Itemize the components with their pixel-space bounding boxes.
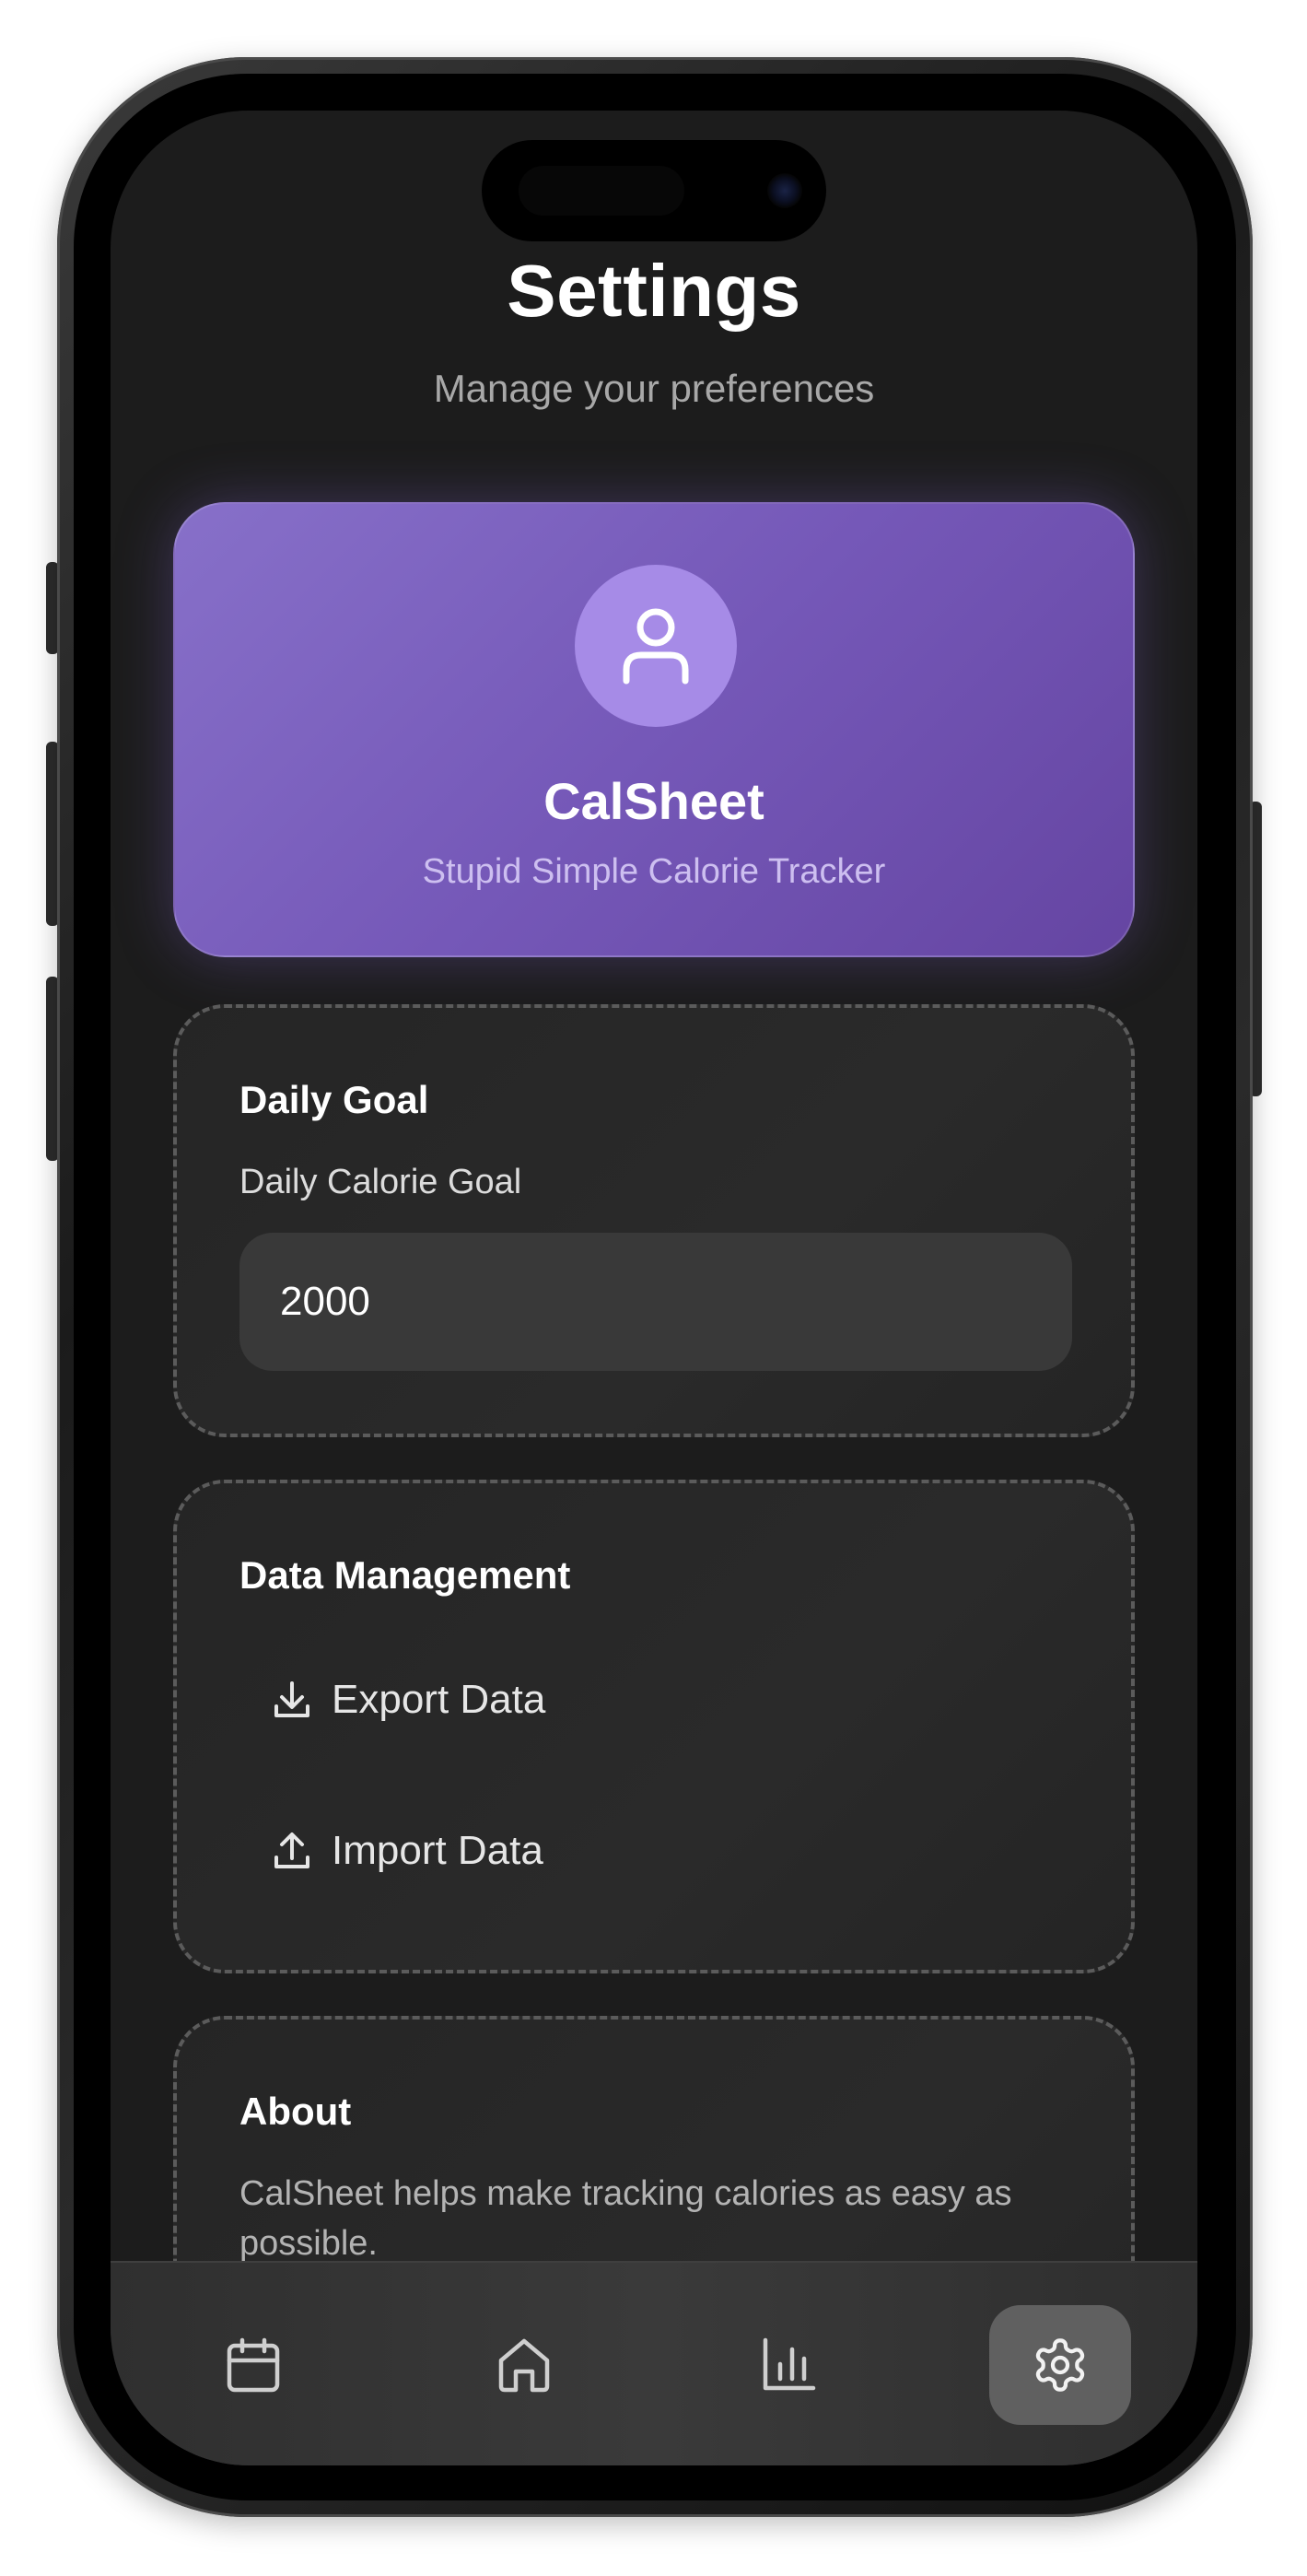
avatar [575,565,737,727]
export-data-button[interactable]: Export Data [239,1649,1072,1751]
nav-home[interactable] [453,2305,595,2425]
export-data-label: Export Data [332,1677,546,1722]
page-subtitle: Manage your preferences [433,367,875,410]
home-icon [498,2338,550,2393]
import-data-button[interactable]: Import Data [239,1800,1072,1902]
section-title: Data Management [239,1553,571,1597]
app-name: CalSheet [543,772,764,830]
nav-calendar[interactable] [182,2305,324,2425]
app-tagline: Stupid Simple Calorie Tracker [422,852,886,891]
user-icon [623,608,689,685]
download-icon [274,1681,309,1717]
app-screen: Settings Manage your preferences CalShee… [111,111,1197,2465]
bar-chart-icon [763,2337,816,2391]
daily-goal-section: Daily Goal Daily Calorie Goal [173,1004,1135,1437]
calendar-icon [227,2337,280,2393]
section-title: Daily Goal [239,1078,429,1121]
page-title: Settings [507,250,801,332]
calorie-goal-input[interactable] [239,1233,1072,1371]
bottom-nav [111,2261,1197,2465]
about-text: CalSheet helps make tracking calories as… [239,2174,1012,2263]
dynamic-island [482,140,826,241]
upload-icon [274,1832,309,1868]
nav-stats[interactable] [718,2305,860,2425]
import-data-label: Import Data [332,1828,543,1873]
device-stage: Settings Manage your preferences CalShee… [0,0,1307,2576]
nav-settings[interactable] [989,2305,1131,2425]
field-label: Daily Calorie Goal [239,1163,522,1201]
camera-icon [767,173,802,208]
gear-icon [1035,2338,1085,2392]
data-management-section: Data Management Export Data Import Data [173,1480,1135,1973]
section-title: About [239,2090,352,2133]
island-sensor [519,166,684,216]
profile-card: CalSheet Stupid Simple Calorie Tracker [173,502,1135,957]
